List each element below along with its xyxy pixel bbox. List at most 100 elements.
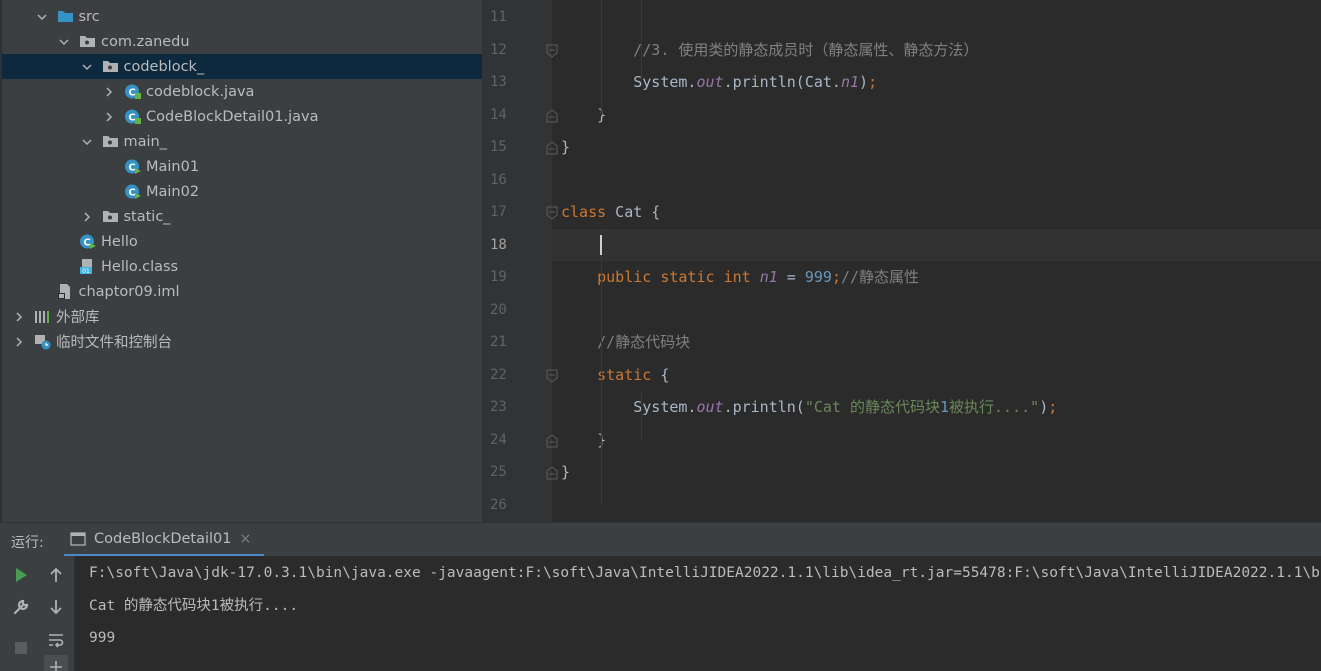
code-text: } xyxy=(561,463,571,481)
tree-item-hello[interactable]: C Hello xyxy=(2,229,482,254)
code-line[interactable] xyxy=(552,164,1321,196)
chevron-right-icon[interactable] xyxy=(13,336,25,348)
close-icon[interactable]: × xyxy=(240,531,252,547)
code-line[interactable]: } xyxy=(552,424,1321,456)
tree-item-hello-class[interactable]: 01 Hello.class xyxy=(2,254,482,279)
fold-marker-icon[interactable] xyxy=(546,465,558,480)
chevron-right-icon[interactable] xyxy=(103,111,115,123)
tree-item-static[interactable]: static_ xyxy=(2,204,482,229)
chevron-down-icon[interactable] xyxy=(58,36,70,48)
code-text: class Cat { xyxy=(561,203,661,221)
tree-item-label: Hello xyxy=(101,233,138,250)
tree-item-chaptor09-iml[interactable]: chaptor09.iml xyxy=(2,279,482,304)
line-number: 21 xyxy=(490,334,507,350)
line-number: 19 xyxy=(490,269,507,285)
tree-item-com-zanedu[interactable]: com.zanedu xyxy=(2,29,482,54)
indent-guide xyxy=(601,1,602,115)
tree-item-label: com.zanedu xyxy=(101,33,190,50)
svg-text:C: C xyxy=(128,188,135,199)
code-line[interactable]: static { xyxy=(552,359,1321,391)
fold-marker-icon[interactable] xyxy=(546,108,558,122)
code-text: } xyxy=(561,105,607,124)
svg-text:C: C xyxy=(128,163,135,174)
svg-text:C: C xyxy=(128,113,135,124)
tree-item-label: Main01 xyxy=(146,158,200,175)
fold-marker-icon[interactable] xyxy=(546,433,558,447)
fold-marker-icon[interactable] xyxy=(546,368,558,383)
tree-item-main02[interactable]: C Main02 xyxy=(2,179,482,204)
tree-item-label: chaptor09.iml xyxy=(78,283,180,300)
module-file-icon xyxy=(57,283,74,300)
soft-wrap-button[interactable] xyxy=(44,628,68,652)
fold-marker-icon[interactable] xyxy=(546,43,558,58)
play-icon xyxy=(16,568,27,582)
wrench-icon xyxy=(13,599,29,615)
code-text: //静态代码块 xyxy=(597,333,691,351)
java-file-icon: C xyxy=(124,83,141,100)
code-line[interactable] xyxy=(552,489,1321,521)
code-line[interactable] xyxy=(552,228,1321,261)
code-line[interactable]: } xyxy=(552,456,1321,488)
chevron-down-icon[interactable] xyxy=(81,136,93,148)
chevron-right-icon[interactable] xyxy=(13,311,25,323)
print-button[interactable] xyxy=(44,655,68,671)
code-line[interactable]: //静态代码块 xyxy=(552,326,1321,358)
tree-item-[interactable]: 临时文件和控制台 xyxy=(2,329,482,354)
tree-item-label: Hello.class xyxy=(101,258,179,275)
code-text: public static int n1 = 999;//静态属性 xyxy=(597,268,920,286)
arrow-up-icon xyxy=(50,567,62,582)
package-icon xyxy=(102,58,119,75)
code-line[interactable] xyxy=(552,1,1321,33)
code-line[interactable]: public static int n1 = 999;//静态属性 xyxy=(552,261,1321,293)
indent-guide xyxy=(641,391,642,440)
console-output[interactable]: F:\soft\Java\jdk-17.0.3.1\bin\java.exe -… xyxy=(75,556,1321,671)
code-line[interactable]: //3. 使用类的静态成员时（静态属性、静态方法） xyxy=(552,34,1321,66)
tree-item-codeblock-java[interactable]: Ccodeblock.java xyxy=(2,79,482,104)
settings-button[interactable] xyxy=(9,595,33,619)
line-number: 22 xyxy=(490,366,507,383)
libraries-icon xyxy=(34,308,51,325)
scratches-icon xyxy=(34,333,51,350)
code-line[interactable]: System.out.println(Cat.n1); xyxy=(552,66,1321,98)
arrow-down-icon xyxy=(50,600,62,615)
line-number: 12 xyxy=(490,41,507,58)
svg-text:C: C xyxy=(83,238,90,249)
code-line[interactable]: } xyxy=(552,99,1321,131)
code-text: } xyxy=(561,430,607,449)
project-tree: src com.zanedu codeblock_ Ccodeblock.java C C… xyxy=(0,0,482,522)
chevron-right-icon[interactable] xyxy=(81,211,93,223)
code-text: //3. 使用类的静态成员时（静态属性、静态方法） xyxy=(633,40,979,59)
scroll-up-button[interactable] xyxy=(44,563,68,587)
package-icon xyxy=(102,208,119,225)
tree-item-main[interactable]: main_ xyxy=(2,129,482,154)
code-line[interactable]: System.out.println("Cat 的静态代码块1被执行....")… xyxy=(552,391,1321,423)
indent-guide xyxy=(601,228,602,505)
tab-codeblockdetail01[interactable]: CodeBlockDetail01 × xyxy=(64,523,264,557)
line-number: 16 xyxy=(490,171,507,188)
java-class-icon: C xyxy=(124,158,141,175)
stop-button[interactable] xyxy=(9,636,33,660)
class-file-icon: 01 xyxy=(79,258,96,275)
tree-item-main01[interactable]: C Main01 xyxy=(2,154,482,179)
chevron-down-icon[interactable] xyxy=(36,11,48,23)
tree-item-[interactable]: 外部库 xyxy=(2,304,482,329)
soft-wrap-icon xyxy=(49,634,64,648)
chevron-right-icon[interactable] xyxy=(103,86,115,98)
chevron-down-icon[interactable] xyxy=(81,61,93,73)
tree-item-codeblockdetail01-java[interactable]: C CodeBlockDetail01.java xyxy=(2,104,482,129)
code-line[interactable]: class Cat { xyxy=(552,196,1321,228)
line-number: 15 xyxy=(490,139,507,155)
run-tab-label: CodeBlockDetail01 xyxy=(94,530,232,547)
run-label: 运行: xyxy=(11,535,44,551)
fold-marker-icon[interactable] xyxy=(546,205,558,220)
indent-guide xyxy=(641,1,642,83)
rerun-button[interactable] xyxy=(9,563,33,587)
tree-item-src[interactable]: src xyxy=(2,4,482,29)
code-text: } xyxy=(561,138,571,156)
code-line[interactable] xyxy=(552,294,1321,326)
code-line[interactable]: } xyxy=(552,131,1321,163)
tree-item-label: Main02 xyxy=(146,183,200,200)
tree-item-codeblock[interactable]: codeblock_ xyxy=(2,54,482,79)
fold-marker-icon[interactable] xyxy=(546,140,558,155)
scroll-down-button[interactable] xyxy=(44,595,68,619)
